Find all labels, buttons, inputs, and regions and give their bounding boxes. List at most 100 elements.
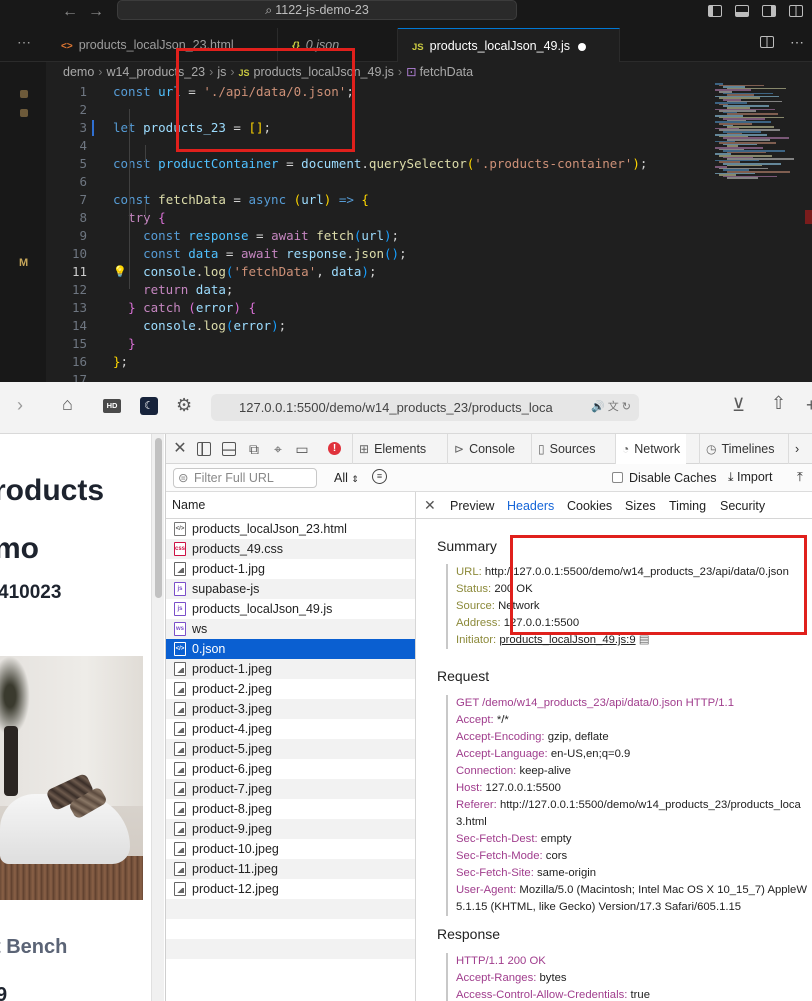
share-icon[interactable]: ⇧ [771, 393, 786, 414]
request-row[interactable]: </> products_localJson_23.html [166, 519, 415, 539]
scrollbar-thumb[interactable] [155, 438, 162, 598]
toggle-sidebar-icon[interactable] [708, 5, 722, 17]
code-line[interactable]: 9 const response = await fetch(url); [46, 227, 706, 245]
import-button[interactable]: ⤓ Import [728, 470, 772, 485]
detach-window-icon[interactable]: ⧉ [246, 441, 262, 457]
export-icon[interactable]: ⤒ [797, 469, 803, 485]
reload-icon[interactable]: ↻ [622, 401, 631, 413]
sources-icon: ▯ [538, 442, 545, 456]
code-line[interactable]: 3 let products_23 = []; [46, 119, 706, 137]
close-detail-icon[interactable]: ✕ [424, 497, 436, 514]
element-picker-icon[interactable]: ⌖ [270, 441, 286, 457]
more-toolbar-icon[interactable]: + [806, 395, 812, 416]
request-row[interactable]: js supabase-js [166, 579, 415, 599]
close-icon[interactable]: ✕ [172, 441, 188, 457]
request-row[interactable]: product-8.jpeg [166, 799, 415, 819]
request-row[interactable]: css products_49.css [166, 539, 415, 559]
disable-caches-checkbox[interactable]: Disable Caches [612, 471, 717, 485]
tab-console[interactable]: ⊳ Console [447, 434, 521, 464]
code-line[interactable]: 17 [46, 371, 706, 382]
request-row[interactable]: product-10.jpeg [166, 839, 415, 859]
tab-elements[interactable]: ⊞ Elements [352, 434, 432, 464]
tab-timing[interactable]: Timing [669, 499, 706, 513]
command-center[interactable]: ⌕ 1122-js-demo-23 [117, 0, 517, 20]
request-row[interactable]: product-11.jpeg [166, 859, 415, 879]
request-row[interactable]: product-4.jpeg [166, 719, 415, 739]
unsaved-dot-icon[interactable] [578, 42, 586, 51]
breadcrumb-item[interactable]: w14_products_23 [106, 65, 205, 79]
toggle-secondary-sidebar-icon[interactable] [762, 5, 776, 17]
tab-timelines[interactable]: ◷ Timelines [699, 434, 781, 464]
request-row[interactable]: ws ws [166, 619, 415, 639]
code-line[interactable]: 10 const data = await response.json(); [46, 245, 706, 263]
editor-more-icon[interactable]: ⋯ [790, 34, 804, 51]
code-editor[interactable]: 1 const url = './api/data/0.json'; 2 3 let p… [46, 83, 706, 382]
initiator-link[interactable]: products_localJson_49.js:9 [499, 634, 635, 646]
filter-url-input[interactable]: ⊜ Filter Full URL [173, 468, 317, 488]
code-line[interactable]: 15 } [46, 335, 706, 353]
breadcrumb-item[interactable]: products_localJson_49.js [254, 65, 394, 79]
tab-security[interactable]: Security [720, 499, 765, 513]
request-row[interactable]: product-6.jpeg [166, 759, 415, 779]
dock-bottom-icon[interactable] [222, 442, 236, 456]
translate-icon[interactable]: 文 [608, 401, 619, 413]
request-row[interactable]: product-7.jpeg [166, 779, 415, 799]
audio-icon[interactable]: 🔊 [591, 401, 605, 413]
code-line[interactable]: 13 } catch (error) { [46, 299, 706, 317]
header-key: Referer: [456, 799, 497, 811]
code-line[interactable]: 14 console.log(error); [46, 317, 706, 335]
tab-network[interactable]: ◔ Network [615, 434, 687, 464]
column-header-name[interactable]: Name [166, 492, 415, 519]
forward-chevron-icon[interactable]: › [17, 395, 23, 416]
tab-sizes[interactable]: Sizes [625, 499, 656, 513]
code-line[interactable]: 11 💡 console.log('fetchData', data); [46, 263, 706, 281]
request-row[interactable]: </> 0.json [166, 639, 415, 659]
tab-preview[interactable]: Preview [450, 499, 494, 513]
customize-layout-icon[interactable] [789, 5, 803, 17]
dock-left-icon[interactable] [197, 442, 211, 456]
dark-mode-extension-icon[interactable]: ☾ [140, 397, 158, 415]
code-line[interactable]: 2 [46, 101, 706, 119]
more-tabs-chevron-icon[interactable]: › [788, 434, 805, 464]
tab-products-localjson-49-js[interactable]: JS products_localJson_49.js [398, 28, 620, 62]
page-scrollbar[interactable] [151, 434, 164, 1001]
request-row[interactable]: product-2.jpeg [166, 679, 415, 699]
filter-options-icon[interactable]: ≡ [372, 469, 387, 484]
code-line[interactable]: 16}; [46, 353, 706, 371]
request-row[interactable]: js products_localJson_49.js [166, 599, 415, 619]
more-actions-icon[interactable]: ⋯ [17, 34, 31, 51]
device-icon[interactable]: ▭ [294, 441, 310, 457]
request-row[interactable]: product-3.jpeg [166, 699, 415, 719]
checkbox-icon[interactable] [612, 472, 623, 483]
error-badge-icon[interactable]: ! [328, 442, 341, 455]
forward-arrow-icon[interactable]: → [88, 3, 104, 21]
split-editor-icon[interactable] [760, 36, 774, 48]
tab-sources[interactable]: ▯ Sources [531, 434, 601, 464]
download-icon[interactable]: ⊻ [732, 395, 745, 416]
home-icon[interactable]: ⌂ [62, 394, 73, 415]
tab-0-json[interactable]: {} 0.json [278, 28, 398, 62]
hd-extension-icon[interactable]: HD [103, 399, 121, 413]
address-bar[interactable]: 127.0.0.1:5500/demo/w14_products_23/prod… [211, 394, 639, 421]
product-image[interactable] [0, 656, 143, 900]
breadcrumb-item[interactable]: fetchData [420, 65, 474, 79]
code-line[interactable]: 1 const url = './api/data/0.json'; [46, 83, 706, 101]
breadcrumb-item[interactable]: js [217, 65, 226, 79]
request-row[interactable]: product-1.jpeg [166, 659, 415, 679]
code-line[interactable]: 6 [46, 173, 706, 191]
request-row[interactable]: product-5.jpeg [166, 739, 415, 759]
tab-cookies[interactable]: Cookies [567, 499, 612, 513]
request-row[interactable]: product-1.jpg [166, 559, 415, 579]
resource-type-select[interactable]: All ⇕ [334, 471, 359, 485]
minimap[interactable] [715, 83, 805, 183]
call-stack-icon[interactable]: ▤ [636, 634, 650, 646]
request-row[interactable]: product-9.jpeg [166, 819, 415, 839]
breadcrumb-item[interactable]: demo [63, 65, 94, 79]
back-arrow-icon[interactable]: ← [62, 3, 78, 21]
toggle-panel-icon[interactable] [735, 5, 749, 17]
gear-icon[interactable]: ⚙ [176, 395, 192, 416]
tab-products-localjson-23-html[interactable]: <> products_localJson_23.html [47, 28, 278, 62]
request-row[interactable]: product-12.jpeg [166, 879, 415, 899]
tab-headers[interactable]: Headers [507, 499, 554, 513]
code-line[interactable]: 12 return data; [46, 281, 706, 299]
